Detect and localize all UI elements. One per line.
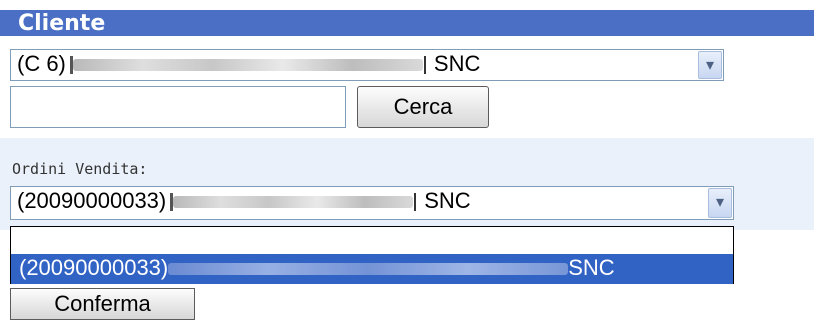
search-input[interactable] — [10, 86, 346, 128]
dropdown-option-selected[interactable]: (20090000033) SNC — [11, 254, 733, 284]
orders-dropdown-button[interactable]: ▾ — [708, 188, 732, 218]
cliente-select[interactable]: (C 6) SNC ▾ — [10, 49, 724, 81]
orders-select[interactable]: (20090000033) SNC ▾ — [10, 186, 734, 220]
orders-suffix: SNC — [424, 188, 471, 213]
redacted-mark — [423, 56, 426, 75]
redacted-text — [72, 59, 423, 72]
cliente-suffix: SNC — [433, 51, 481, 76]
orders-prefix: (20090000033) — [17, 188, 167, 213]
confirm-button[interactable]: Conferma — [10, 288, 195, 320]
orders-label: Ordini Vendita: — [12, 160, 148, 178]
redacted-mark — [414, 193, 417, 212]
cliente-dropdown-button[interactable]: ▾ — [698, 51, 722, 79]
redacted-text — [173, 196, 414, 209]
redacted-text — [168, 263, 569, 276]
chevron-down-icon: ▾ — [705, 55, 715, 74]
cliente-select-value: (C 6) SNC — [17, 51, 480, 77]
option-value: (20090000033) SNC — [19, 255, 615, 281]
option-prefix: (20090000033) — [19, 255, 169, 280]
orders-dropdown-list[interactable]: (20090000033) SNC — [10, 226, 734, 284]
section-title: Cliente — [18, 11, 106, 36]
section-header: Cliente — [0, 10, 814, 36]
cliente-prefix: (C 6) — [17, 51, 66, 76]
search-button[interactable]: Cerca — [357, 86, 489, 128]
orders-select-value: (20090000033) SNC — [17, 188, 471, 214]
dropdown-option-empty[interactable] — [11, 227, 733, 254]
chevron-down-icon: ▾ — [715, 192, 725, 211]
option-suffix: SNC — [568, 255, 615, 280]
